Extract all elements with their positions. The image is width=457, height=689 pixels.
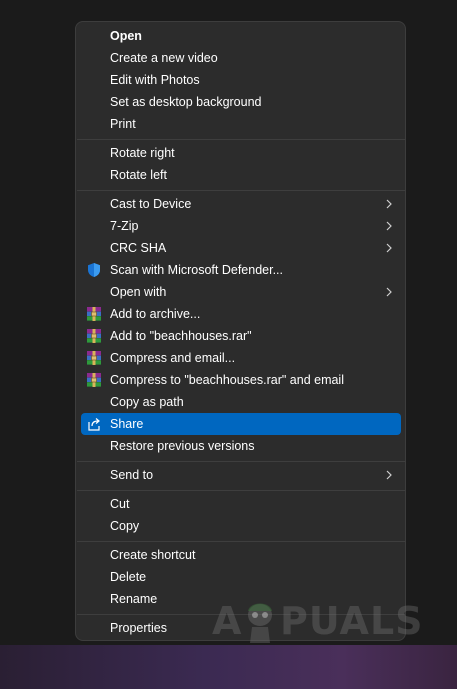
menu-item-copy[interactable]: Copy xyxy=(81,515,401,537)
menu-item-edit-with-photos[interactable]: Edit with Photos xyxy=(81,69,401,91)
menu-separator xyxy=(77,541,406,542)
menu-item-crc-sha[interactable]: CRC SHA xyxy=(81,237,401,259)
menu-item-label: Copy as path xyxy=(110,395,184,409)
menu-item-rename[interactable]: Rename xyxy=(81,588,401,610)
chevron-right-icon xyxy=(386,243,392,253)
menu-item-cut[interactable]: Cut xyxy=(81,493,401,515)
menu-item-label: Share xyxy=(110,417,144,431)
menu-item-compress-to-rar-and-email[interactable]: Compress to "beachhouses.rar" and email xyxy=(81,369,401,391)
menu-item-label: Create a new video xyxy=(110,51,218,65)
menu-item-label: Scan with Microsoft Defender... xyxy=(110,263,283,277)
menu-item-label: Rename xyxy=(110,592,158,606)
menu-item-label: Properties xyxy=(110,621,167,635)
menu-item-create-new-video[interactable]: Create a new video xyxy=(81,47,401,69)
menu-item-label: Rotate right xyxy=(110,146,175,160)
menu-item-copy-as-path[interactable]: Copy as path xyxy=(81,391,401,413)
menu-separator xyxy=(77,461,406,462)
desktop-background xyxy=(0,645,457,689)
menu-separator xyxy=(77,490,406,491)
menu-item-label: Cast to Device xyxy=(110,197,192,211)
menu-separator xyxy=(77,614,406,615)
menu-item-label: Add to archive... xyxy=(110,307,201,321)
menu-item-label: Cut xyxy=(110,497,130,511)
chevron-right-icon xyxy=(386,199,392,209)
menu-item-label: Restore previous versions xyxy=(110,439,255,453)
context-menu: Open Create a new video Edit with Photos… xyxy=(75,21,406,641)
menu-item-properties[interactable]: Properties xyxy=(81,617,401,639)
menu-item-label: Print xyxy=(110,117,136,131)
menu-item-send-to[interactable]: Send to xyxy=(81,464,401,486)
defender-shield-icon xyxy=(88,263,100,277)
menu-item-label: Open with xyxy=(110,285,167,299)
winrar-icon xyxy=(87,351,101,365)
menu-item-7zip[interactable]: 7-Zip xyxy=(81,215,401,237)
menu-item-set-desktop-background[interactable]: Set as desktop background xyxy=(81,91,401,113)
menu-item-restore-previous-versions[interactable]: Restore previous versions xyxy=(81,435,401,457)
menu-item-label: CRC SHA xyxy=(110,241,167,255)
menu-item-label: Open xyxy=(110,29,142,43)
share-icon xyxy=(88,418,100,431)
chevron-right-icon xyxy=(386,287,392,297)
menu-item-add-to-rar[interactable]: Add to "beachhouses.rar" xyxy=(81,325,401,347)
menu-item-rotate-right[interactable]: Rotate right xyxy=(81,142,401,164)
winrar-icon xyxy=(87,373,101,387)
menu-item-label: Delete xyxy=(110,570,147,584)
menu-item-rotate-left[interactable]: Rotate left xyxy=(81,164,401,186)
menu-item-label: Compress and email... xyxy=(110,351,236,365)
menu-item-delete[interactable]: Delete xyxy=(81,566,401,588)
menu-separator xyxy=(77,139,406,140)
chevron-right-icon xyxy=(386,470,392,480)
winrar-icon xyxy=(87,307,101,321)
menu-item-label: Create shortcut xyxy=(110,548,196,562)
menu-item-add-to-archive[interactable]: Add to archive... xyxy=(81,303,401,325)
menu-item-label: Add to "beachhouses.rar" xyxy=(110,329,252,343)
menu-item-print[interactable]: Print xyxy=(81,113,401,135)
menu-item-share[interactable]: Share xyxy=(81,413,401,435)
menu-item-label: Set as desktop background xyxy=(110,95,262,109)
menu-item-label: Copy xyxy=(110,519,140,533)
menu-item-create-shortcut[interactable]: Create shortcut xyxy=(81,544,401,566)
menu-item-label: Rotate left xyxy=(110,168,167,182)
chevron-right-icon xyxy=(386,221,392,231)
menu-separator xyxy=(77,190,406,191)
menu-item-compress-and-email[interactable]: Compress and email... xyxy=(81,347,401,369)
menu-item-label: Compress to "beachhouses.rar" and email xyxy=(110,373,344,387)
menu-item-open-with[interactable]: Open with xyxy=(81,281,401,303)
winrar-icon xyxy=(87,329,101,343)
menu-item-label: Edit with Photos xyxy=(110,73,200,87)
menu-item-open[interactable]: Open xyxy=(81,25,401,47)
menu-item-label: 7-Zip xyxy=(110,219,139,233)
menu-item-label: Send to xyxy=(110,468,154,482)
menu-item-scan-defender[interactable]: Scan with Microsoft Defender... xyxy=(81,259,401,281)
menu-item-cast-to-device[interactable]: Cast to Device xyxy=(81,193,401,215)
